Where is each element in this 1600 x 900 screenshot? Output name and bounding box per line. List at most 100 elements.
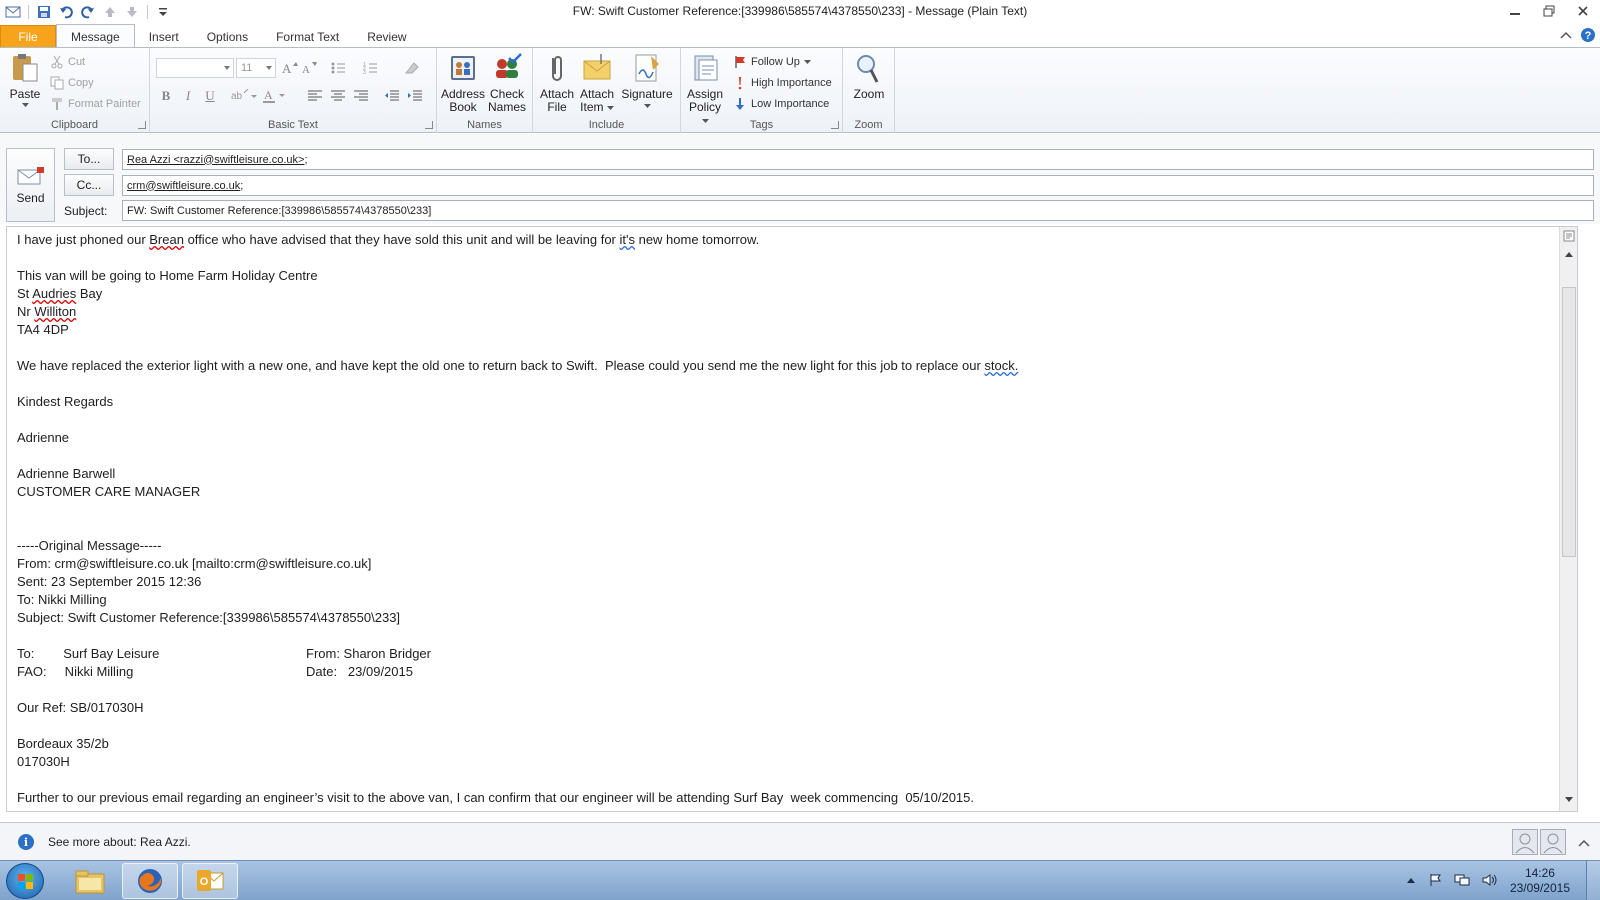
outlook-app-icon[interactable]	[4, 3, 22, 21]
tab-file[interactable]: File	[0, 25, 56, 48]
bullets-icon[interactable]	[330, 58, 350, 78]
scroll-up-arrow-icon[interactable]	[1562, 247, 1576, 261]
clock-time: 14:26	[1524, 866, 1555, 880]
clock-date: 23/09/2015	[1509, 881, 1570, 895]
address-book-button[interactable]: Address Book	[441, 52, 485, 114]
firefox-taskbar-icon[interactable]	[122, 863, 178, 899]
cc-button[interactable]: Cc...	[64, 174, 114, 196]
body-line: -----Original Message-----	[17, 538, 162, 553]
subject-field[interactable]: FW: Swift Customer Reference:[339986\585…	[122, 200, 1594, 221]
save-icon[interactable]	[35, 3, 53, 21]
italic-icon[interactable]: I	[178, 86, 198, 106]
highlight-icon[interactable]: ab	[230, 86, 258, 106]
people-pane-text[interactable]: See more about: Rea Azzi.	[48, 835, 191, 849]
body-line: Adrienne	[17, 430, 70, 445]
clock[interactable]: 14:26 23/09/2015	[1510, 866, 1570, 896]
grow-font-icon[interactable]: A	[280, 58, 300, 78]
tab-review[interactable]: Review	[353, 25, 420, 48]
next-item-icon[interactable]	[123, 3, 141, 21]
assign-policy-icon	[694, 55, 718, 81]
previous-item-icon[interactable]	[101, 3, 119, 21]
action-center-flag-icon[interactable]	[1428, 873, 1442, 890]
follow-up-button[interactable]: Follow Up	[733, 52, 811, 72]
paste-button[interactable]: Paste	[6, 52, 44, 108]
message-body-text[interactable]: I have just phoned our Brean office who …	[17, 231, 1547, 807]
shrink-font-icon[interactable]: A	[300, 58, 320, 78]
vertical-scrollbar[interactable]	[1559, 227, 1577, 811]
attach-item-button[interactable]: Attach Item	[577, 52, 617, 114]
ruler-toggle-icon[interactable]	[1562, 229, 1576, 243]
chevron-down-icon	[21, 103, 29, 107]
to-field[interactable]: Rea Azzi <razzi@swiftleisure.co.uk>;	[122, 149, 1594, 170]
chevron-down-icon	[643, 104, 651, 108]
body-line: Adrienne Barwell	[17, 466, 116, 481]
align-left-icon[interactable]	[305, 86, 325, 106]
send-button[interactable]: Send	[6, 148, 55, 222]
outlook-taskbar-icon[interactable]: O	[182, 863, 238, 899]
cut-button[interactable]: Cut	[50, 52, 85, 72]
zoom-group-label: Zoom	[854, 119, 883, 131]
scrollbar-thumb[interactable]	[1562, 287, 1576, 557]
increase-indent-icon[interactable]	[405, 86, 425, 106]
to-button[interactable]: To...	[64, 148, 114, 170]
basic-text-dialog-launcher[interactable]	[425, 121, 433, 129]
attach-file-button[interactable]: Attach File	[537, 52, 577, 114]
restore-button[interactable]	[1532, 0, 1566, 22]
expand-people-pane-icon[interactable]	[1578, 837, 1590, 851]
minimize-button[interactable]	[1498, 0, 1532, 22]
person-icon	[1543, 833, 1563, 854]
align-right-icon[interactable]	[351, 86, 371, 106]
show-desktop-button[interactable]	[1586, 861, 1600, 900]
arrow-down-icon	[736, 98, 744, 110]
clipboard-group-label: Clipboard	[50, 119, 99, 131]
show-hidden-icons-icon[interactable]	[1406, 875, 1416, 887]
divider	[147, 5, 148, 19]
tags-dialog-launcher[interactable]	[831, 121, 839, 129]
low-importance-button[interactable]: Low Importance	[733, 94, 829, 114]
tab-insert[interactable]: Insert	[135, 25, 193, 48]
redo-icon[interactable]	[79, 3, 97, 21]
font-name-combo[interactable]	[156, 58, 234, 78]
cc-field[interactable]: crm@swiftleisure.co.uk;	[122, 175, 1594, 196]
send-icon	[17, 167, 44, 185]
signature-button[interactable]: Signature	[619, 52, 675, 109]
start-button[interactable]	[6, 863, 44, 899]
network-icon[interactable]	[1454, 873, 1470, 890]
decrease-indent-icon[interactable]	[382, 86, 402, 106]
file-explorer-taskbar-icon[interactable]	[62, 863, 118, 899]
scroll-down-arrow-icon[interactable]	[1562, 793, 1576, 807]
tab-message[interactable]: Message	[56, 24, 135, 48]
bold-icon[interactable]: B	[156, 86, 176, 106]
tab-format-text[interactable]: Format Text	[262, 25, 353, 48]
align-center-icon[interactable]	[328, 86, 348, 106]
to-recipient[interactable]: Rea Azzi <razzi@swiftleisure.co.uk>	[127, 154, 304, 166]
copy-button[interactable]: Copy	[50, 73, 94, 93]
body-line: Bordeaux 35/2b	[17, 736, 109, 751]
message-body[interactable]: I have just phoned our Brean office who …	[6, 226, 1578, 812]
close-button[interactable]	[1566, 0, 1600, 22]
underline-icon[interactable]: U	[200, 86, 220, 106]
volume-icon[interactable]	[1482, 873, 1498, 890]
cc-recipient[interactable]: crm@swiftleisure.co.uk	[127, 180, 240, 192]
subject-label: Subject:	[64, 204, 108, 218]
clipboard-dialog-launcher[interactable]	[138, 121, 146, 129]
check-names-button[interactable]: Check Names	[485, 52, 529, 114]
tab-options[interactable]: Options	[193, 25, 262, 48]
numbering-icon[interactable]: 123	[362, 58, 382, 78]
customize-toolbar-icon[interactable]	[154, 3, 172, 21]
assign-policy-button[interactable]: Assign Policy	[685, 52, 725, 127]
clear-formatting-icon[interactable]	[402, 58, 422, 78]
avatar[interactable]	[1540, 829, 1566, 855]
avatar[interactable]	[1512, 829, 1538, 855]
zoom-button[interactable]: Zoom	[847, 52, 891, 101]
help-icon[interactable]: ?	[1580, 27, 1596, 46]
include-group: Attach File Attach Item Signature Includ…	[533, 48, 681, 133]
high-importance-button[interactable]: High Importance	[733, 73, 832, 93]
format-painter-button[interactable]: Format Painter	[50, 94, 141, 114]
font-color-icon[interactable]: A	[262, 86, 290, 106]
minimize-ribbon-icon[interactable]	[1560, 29, 1572, 43]
font-size-combo[interactable]: 11	[236, 58, 276, 78]
clipboard-group: Paste Cut Copy Format Painter Clipboard	[0, 48, 150, 133]
undo-icon[interactable]	[57, 3, 75, 21]
ribbon: Paste Cut Copy Format Painter Clipboard …	[0, 47, 1600, 133]
